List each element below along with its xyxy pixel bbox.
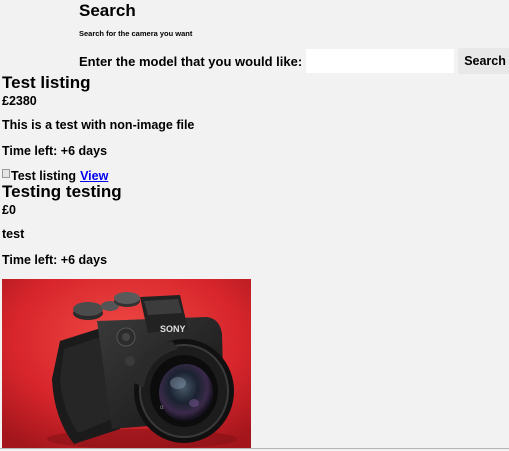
listing-image-row: Test listing View — [2, 168, 108, 183]
camera-photo: SONY α — [2, 279, 251, 448]
search-label: Enter the model that you would like: — [79, 53, 303, 69]
camera-illustration: SONY α — [2, 279, 251, 448]
listing-price: £0 — [2, 203, 16, 217]
broken-image-alt-text: Test listing — [11, 169, 77, 183]
svg-text:α: α — [160, 405, 164, 411]
search-subtitle: Search for the camera you want — [79, 29, 193, 38]
listing-title: Test listing — [2, 73, 91, 92]
bottom-divider — [0, 448, 509, 449]
listing-item: Test listing £2380 This is a test with n… — [2, 73, 194, 158]
search-input[interactable] — [306, 49, 455, 73]
camera-brand-text: SONY — [160, 324, 186, 334]
broken-image-icon — [2, 168, 10, 178]
search-form: Enter the model that you would like: Sea… — [79, 48, 509, 74]
listing-time-left: Time left: +6 days — [2, 253, 108, 267]
listing-title: Testing testing — [2, 182, 122, 201]
view-link[interactable]: View — [80, 169, 108, 183]
listing-item: Testing testing £0 test Time left: +6 da… — [2, 182, 122, 267]
listing-description: test — [2, 227, 25, 241]
listing-price: £2380 — [2, 94, 37, 108]
listing-description: This is a test with non-image file — [2, 118, 195, 132]
listing-time-left: Time left: +6 days — [2, 144, 108, 158]
search-title: Search — [79, 1, 136, 20]
search-button[interactable]: Search — [458, 48, 509, 74]
broken-image: Test listing — [2, 168, 77, 183]
